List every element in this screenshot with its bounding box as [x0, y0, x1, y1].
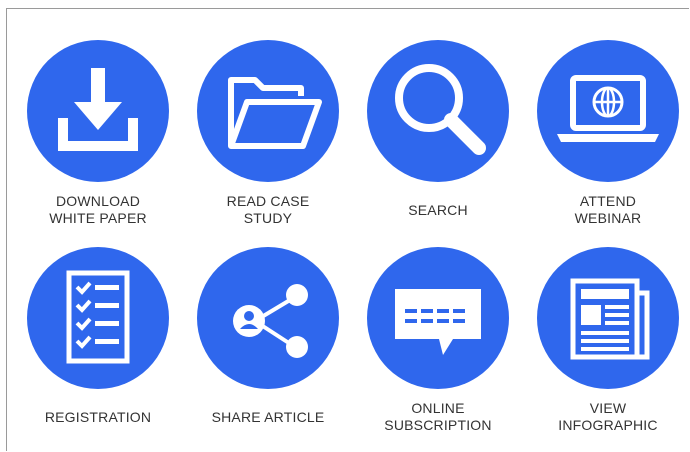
tile-view-infographic[interactable]: VIEW INFOGRAPHIC	[528, 247, 688, 447]
tile-online-subscription[interactable]: ONLINE SUBSCRIPTION	[358, 247, 518, 447]
tile-label: READ CASE STUDY	[226, 193, 310, 226]
laptop-globe-icon[interactable]	[537, 40, 679, 182]
tile-label: DOWNLOAD WHITE PAPER	[49, 193, 147, 226]
tile-registration[interactable]: REGISTRATION	[18, 247, 178, 447]
tile-share-article[interactable]: SHARE ARTICLE	[188, 247, 348, 447]
tile-label: REGISTRATION	[44, 409, 152, 425]
checklist-icon[interactable]	[27, 247, 169, 389]
tile-label: ONLINE SUBSCRIPTION	[384, 400, 492, 433]
tile-search[interactable]: SEARCH	[358, 40, 518, 240]
tile-label: VIEW INFOGRAPHIC	[558, 400, 658, 433]
share-icon[interactable]	[197, 247, 339, 389]
tile-download-white-paper[interactable]: DOWNLOAD WHITE PAPER	[18, 40, 178, 240]
newspaper-icon[interactable]	[537, 247, 679, 389]
tile-label: SHARE ARTICLE	[211, 409, 325, 425]
tile-label: SEARCH	[408, 202, 468, 218]
download-icon[interactable]	[27, 40, 169, 182]
tile-attend-webinar[interactable]: ATTEND WEBINAR	[528, 40, 688, 240]
folder-icon[interactable]	[197, 40, 339, 182]
magnifier-icon[interactable]	[367, 40, 509, 182]
tile-read-case-study[interactable]: READ CASE STUDY	[188, 40, 348, 240]
tile-label: ATTEND WEBINAR	[574, 193, 642, 226]
message-bubble-icon[interactable]	[367, 247, 509, 389]
